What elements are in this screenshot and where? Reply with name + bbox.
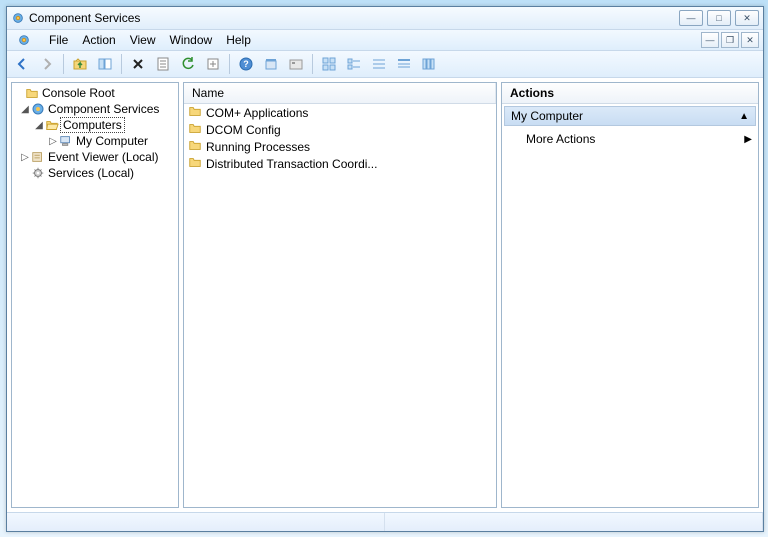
titlebar: Component Services — □ ✕	[7, 7, 763, 30]
menu-window[interactable]: Window	[164, 31, 219, 49]
column-name[interactable]: Name	[184, 83, 496, 103]
folder-icon	[188, 104, 202, 121]
svg-text:?: ?	[243, 59, 249, 69]
view-large-icons-button[interactable]	[343, 53, 365, 75]
tree-label: Services (Local)	[46, 166, 136, 180]
properties-button[interactable]	[152, 53, 174, 75]
actions-more-label: More Actions	[526, 132, 595, 146]
menubar: File Action View Window Help — ❐ ✕	[7, 30, 763, 51]
tree-computers[interactable]: ◢ Computers	[12, 117, 178, 133]
tree-label: Component Services	[46, 102, 161, 116]
shutdown-button[interactable]	[260, 53, 282, 75]
list-item-label: COM+ Applications	[206, 106, 308, 120]
event-viewer-icon	[30, 149, 46, 165]
tree-component-services[interactable]: ◢ Component Services	[12, 101, 178, 117]
component-services-icon	[30, 101, 46, 117]
show-hide-tree-button[interactable]	[94, 53, 116, 75]
list-item[interactable]: Running Processes	[184, 138, 496, 155]
refresh-button[interactable]	[177, 53, 199, 75]
mdi-minimize-button[interactable]: —	[701, 32, 719, 48]
list-item[interactable]: COM+ Applications	[184, 104, 496, 121]
list-pane[interactable]: Name COM+ Applications DCOM Config Runni…	[183, 82, 497, 508]
folder-icon	[188, 155, 202, 172]
minimize-button[interactable]: —	[679, 10, 703, 26]
tree-my-computer[interactable]: ▷ My Computer	[12, 133, 178, 149]
install-button[interactable]	[285, 53, 307, 75]
menu-help[interactable]: Help	[220, 31, 257, 49]
view-status-button[interactable]	[318, 53, 340, 75]
folder-open-icon	[44, 117, 60, 133]
back-button[interactable]	[11, 53, 33, 75]
actions-section-label: My Computer	[511, 109, 583, 123]
menu-file[interactable]: File	[43, 31, 74, 49]
list-item-label: Distributed Transaction Coordi...	[206, 157, 377, 171]
system-menu-icon[interactable]	[11, 31, 37, 49]
folder-icon	[188, 138, 202, 155]
tree-console-root[interactable]: Console Root	[12, 85, 178, 101]
actions-header: Actions	[502, 83, 758, 104]
tree-label: Computers	[60, 117, 125, 133]
collapsed-caret-icon[interactable]: ▷	[20, 152, 30, 163]
forward-button[interactable]	[36, 53, 58, 75]
help-button[interactable]: ?	[235, 53, 257, 75]
list-item-label: DCOM Config	[206, 123, 281, 137]
tree-label: Console Root	[40, 86, 117, 100]
view-detail-button[interactable]	[418, 53, 440, 75]
mdi-restore-button[interactable]: ❐	[721, 32, 739, 48]
actions-section-my-computer[interactable]: My Computer ▲	[504, 106, 756, 126]
collapse-icon: ▲	[739, 111, 749, 122]
menu-view[interactable]: View	[124, 31, 162, 49]
expanded-caret-icon[interactable]: ◢	[34, 120, 44, 131]
menu-action[interactable]: Action	[76, 31, 121, 49]
export-button[interactable]	[202, 53, 224, 75]
actions-pane: Actions My Computer ▲ More Actions ▶	[501, 82, 759, 508]
expanded-caret-icon[interactable]: ◢	[20, 104, 30, 115]
computer-icon	[58, 133, 74, 149]
actions-more[interactable]: More Actions ▶	[502, 128, 758, 150]
list-item-label: Running Processes	[206, 140, 310, 154]
window-title: Component Services	[29, 11, 140, 25]
view-list-button[interactable]	[393, 53, 415, 75]
services-icon	[30, 165, 46, 181]
folder-icon	[24, 85, 40, 101]
tree-pane[interactable]: Console Root ◢ Component Services ◢ Comp…	[11, 82, 179, 508]
toolbar: ?	[7, 51, 763, 78]
list-header: Name	[184, 83, 496, 104]
tree-label: Event Viewer (Local)	[46, 150, 161, 164]
app-icon	[11, 11, 25, 25]
folder-icon	[188, 121, 202, 138]
tree-event-viewer[interactable]: ▷ Event Viewer (Local)	[12, 149, 178, 165]
list-item[interactable]: DCOM Config	[184, 121, 496, 138]
view-small-icons-button[interactable]	[368, 53, 390, 75]
collapsed-caret-icon[interactable]: ▷	[48, 136, 58, 147]
tree-label: My Computer	[74, 134, 150, 148]
submenu-arrow-icon: ▶	[744, 134, 752, 145]
tree-services[interactable]: Services (Local)	[12, 165, 178, 181]
maximize-button[interactable]: □	[707, 10, 731, 26]
mdi-close-button[interactable]: ✕	[741, 32, 759, 48]
delete-button[interactable]	[127, 53, 149, 75]
list-item[interactable]: Distributed Transaction Coordi...	[184, 155, 496, 172]
statusbar	[7, 512, 763, 531]
close-button[interactable]: ✕	[735, 10, 759, 26]
up-button[interactable]	[69, 53, 91, 75]
